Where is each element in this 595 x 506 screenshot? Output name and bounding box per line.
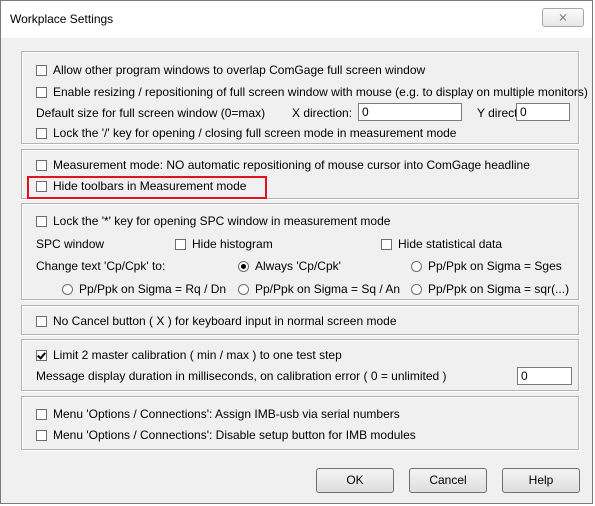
x-direction-label: X direction: (292, 106, 353, 120)
spc-window-group: Lock the '*' key for opening SPC window … (21, 203, 579, 300)
message-duration-input[interactable]: 0 (517, 367, 572, 385)
allow-overlap-checkbox-row[interactable]: Allow other program windows to overlap C… (36, 63, 425, 77)
lock-slash-label: Lock the '/' key for opening / closing f… (53, 126, 457, 140)
x-direction-input[interactable]: 0 (358, 103, 462, 121)
radio-rq-dn-row[interactable]: Pp/Ppk on Sigma = Rq / Dn (62, 282, 226, 296)
hide-statistical-label: Hide statistical data (398, 237, 503, 251)
close-icon: ⨯ (557, 10, 569, 24)
spc-window-label: SPC window (36, 237, 105, 251)
radio-always-cpcpk-label: Always 'Cp/Cpk' (255, 259, 341, 273)
allow-overlap-checkbox[interactable] (36, 65, 47, 76)
lock-slash-checkbox-row[interactable]: Lock the '/' key for opening / closing f… (36, 126, 456, 140)
message-duration-label: Message display duration in milliseconds… (36, 369, 447, 383)
radio-sges-row[interactable]: Pp/Ppk on Sigma = Sges (411, 259, 562, 273)
calibration-group: Limit 2 master calibration ( min / max )… (21, 339, 579, 391)
lock-star-checkbox-row[interactable]: Lock the '*' key for opening SPC window … (36, 214, 390, 228)
no-cancel-checkbox-row[interactable]: No Cancel button ( X ) for keyboard inpu… (36, 314, 397, 328)
radio-always-cpcpk-row[interactable]: Always 'Cp/Cpk' (238, 259, 341, 273)
fullscreen-group: Allow other program windows to overlap C… (21, 51, 588, 144)
radio-sqr[interactable] (411, 284, 422, 295)
enable-resizing-checkbox-row[interactable]: Enable resizing / repositioning of full … (36, 85, 588, 99)
change-text-label: Change text 'Cp/Cpk' to: (36, 259, 166, 273)
radio-sq-an-row[interactable]: Pp/Ppk on Sigma = Sq / An (238, 282, 400, 296)
limit-master-label: Limit 2 master calibration ( min / max )… (53, 348, 342, 362)
connections-group: Menu 'Options / Connections': Assign IMB… (21, 396, 579, 450)
hide-statistical-checkbox-row[interactable]: Hide statistical data (381, 237, 502, 251)
enable-resizing-label: Enable resizing / repositioning of full … (53, 85, 588, 99)
assign-imb-checkbox[interactable] (36, 409, 47, 420)
allow-overlap-label: Allow other program windows to overlap C… (53, 63, 426, 77)
radio-rq-dn-label: Pp/Ppk on Sigma = Rq / Dn (79, 282, 227, 296)
lock-slash-checkbox[interactable] (36, 128, 47, 139)
dialog-body: Allow other program windows to overlap C… (21, 43, 588, 499)
close-button[interactable]: ⨯ (542, 8, 584, 27)
limit-master-checkbox[interactable] (36, 350, 47, 361)
limit-master-checkbox-row[interactable]: Limit 2 master calibration ( min / max )… (36, 348, 342, 362)
ok-button[interactable]: OK (316, 468, 394, 493)
highlight-box (27, 176, 267, 199)
enable-resizing-checkbox[interactable] (36, 87, 47, 98)
radio-sges-label: Pp/Ppk on Sigma = Sges (428, 259, 562, 273)
disable-setup-checkbox[interactable] (36, 430, 47, 441)
no-reposition-label: Measurement mode: NO automatic repositio… (53, 158, 530, 172)
radio-rq-dn[interactable] (62, 284, 73, 295)
disable-setup-checkbox-row[interactable]: Menu 'Options / Connections': Disable se… (36, 428, 416, 442)
no-cancel-label: No Cancel button ( X ) for keyboard inpu… (53, 314, 397, 328)
radio-sq-an-label: Pp/Ppk on Sigma = Sq / An (255, 282, 401, 296)
assign-imb-checkbox-row[interactable]: Menu 'Options / Connections': Assign IMB… (36, 407, 400, 421)
radio-always-cpcpk[interactable] (238, 261, 249, 272)
window-title: Workplace Settings (10, 12, 114, 26)
no-cancel-checkbox[interactable] (36, 316, 47, 327)
disable-setup-label: Menu 'Options / Connections': Disable se… (53, 428, 416, 442)
cancel-button-group: No Cancel button ( X ) for keyboard inpu… (21, 305, 579, 335)
no-reposition-checkbox[interactable] (36, 160, 47, 171)
title-bar: Workplace Settings ⨯ (1, 1, 592, 38)
radio-sges[interactable] (411, 261, 422, 272)
no-reposition-checkbox-row[interactable]: Measurement mode: NO automatic repositio… (36, 158, 530, 172)
assign-imb-label: Menu 'Options / Connections': Assign IMB… (53, 407, 400, 421)
help-button[interactable]: Help (502, 468, 580, 493)
radio-sqr-row[interactable]: Pp/Ppk on Sigma = sqr(...) (411, 282, 569, 296)
radio-sqr-label: Pp/Ppk on Sigma = sqr(...) (428, 282, 570, 296)
y-direction-input[interactable]: 0 (516, 103, 570, 121)
hide-histogram-label: Hide histogram (192, 237, 273, 251)
radio-sq-an[interactable] (238, 284, 249, 295)
hide-histogram-checkbox-row[interactable]: Hide histogram (175, 237, 273, 251)
lock-star-checkbox[interactable] (36, 216, 47, 227)
hide-statistical-checkbox[interactable] (381, 239, 392, 250)
hide-histogram-checkbox[interactable] (175, 239, 186, 250)
lock-star-label: Lock the '*' key for opening SPC window … (53, 214, 391, 228)
cancel-button[interactable]: Cancel (409, 468, 487, 493)
workplace-settings-dialog: Workplace Settings ⨯ Allow other program… (0, 0, 593, 504)
default-size-label: Default size for full screen window (0=m… (36, 106, 266, 120)
